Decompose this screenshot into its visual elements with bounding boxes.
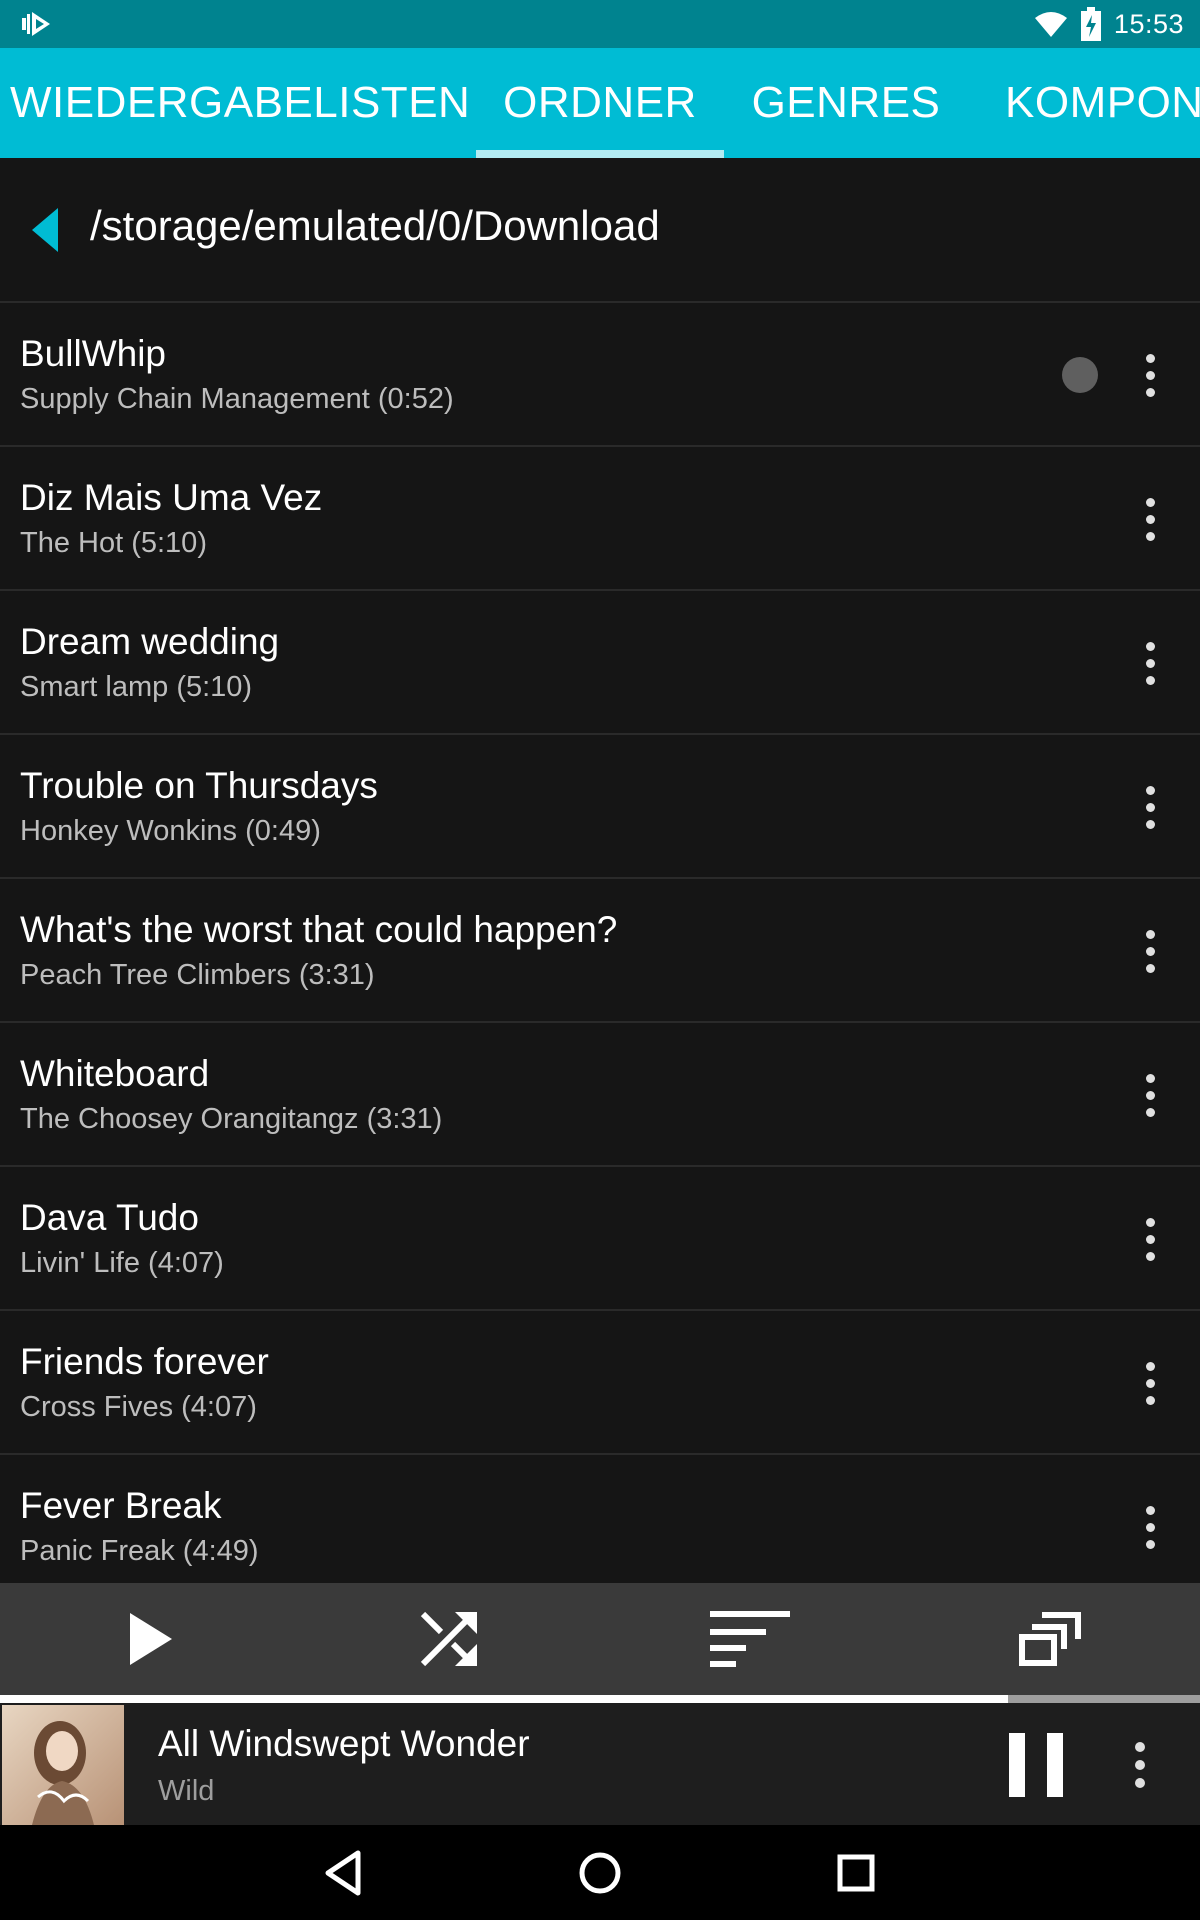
track-title: Dava Tudo [20,1197,199,1238]
more-options-icon[interactable] [1130,921,1170,981]
list-item[interactable]: Diz Mais Uma Vez The Hot (5:10) [0,447,1200,591]
album-cover-image[interactable] [2,1705,124,1825]
track-subtitle: Peach Tree Climbers (3:31) [20,959,375,991]
status-time: 15:53 [1113,8,1184,39]
tab-playlists[interactable]: WIEDERGABELISTEN [0,48,470,158]
track-subtitle: Livin' Life (4:07) [20,1247,224,1279]
home-icon[interactable] [572,1845,628,1901]
track-subtitle: The Choosey Orangitangz (3:31) [20,1103,443,1135]
list-item[interactable]: What's the worst that could happen? Peac… [0,879,1200,1023]
track-subtitle: Supply Chain Management (0:52) [20,383,454,415]
now-playing-title: All Windswept Wonder [158,1723,530,1764]
more-options-icon[interactable] [1130,489,1170,549]
more-options-icon[interactable] [1130,1209,1170,1269]
play-icon [130,1613,172,1665]
list-item[interactable]: Friends forever Cross Fives (4:07) [0,1311,1200,1455]
track-subtitle: Cross Fives (4:07) [20,1391,257,1423]
track-subtitle: Smart lamp (5:10) [20,671,253,703]
more-options-icon[interactable] [1130,777,1170,837]
battery-charging-icon [1080,7,1101,41]
track-subtitle: Panic Freak (4:49) [20,1535,259,1567]
back-icon[interactable] [318,1845,374,1901]
track-title: What's the worst that could happen? [20,909,618,950]
more-options-icon[interactable] [1130,1065,1170,1125]
action-toolbar [0,1583,1200,1695]
pause-button[interactable] [1005,1733,1067,1797]
track-title: Whiteboard [20,1053,210,1094]
recents-icon[interactable] [828,1845,884,1901]
tab-genres[interactable]: GENRES [742,48,950,158]
list-item[interactable]: Dream wedding Smart lamp (5:10) [0,591,1200,735]
track-title: Diz Mais Uma Vez [20,477,323,518]
track-subtitle: The Hot (5:10) [20,527,207,559]
track-title: Trouble on Thursdays [20,765,378,806]
queue-icon [1019,1612,1081,1666]
tab-indicator [476,150,724,158]
wifi-icon [1034,12,1067,37]
tab-bar: WIEDERGABELISTEN ORDNER GENRES KOMPON [0,48,1200,158]
more-options-icon[interactable] [1130,1497,1170,1557]
folder-path: /storage/emulated/0/Download [90,202,660,249]
now-playing-artist: Wild [158,1775,215,1807]
playback-progress-bar[interactable] [0,1695,1200,1703]
progress-fill [0,1695,1008,1703]
more-options-icon[interactable] [1130,345,1170,405]
tab-composers[interactable]: KOMPON [990,48,1200,158]
track-title: Dream wedding [20,621,280,662]
queue-button[interactable] [900,1583,1200,1695]
more-options-icon[interactable] [1130,1353,1170,1413]
list-item[interactable]: Dava Tudo Livin' Life (4:07) [0,1167,1200,1311]
list-item[interactable]: BullWhip Supply Chain Management (0:52) [0,303,1200,447]
list-item[interactable]: Whiteboard The Choosey Orangitangz (3:31… [0,1023,1200,1167]
navigation-bar [0,1825,1200,1920]
track-subtitle: Honkey Wonkins (0:49) [20,815,321,847]
back-triangle-icon[interactable] [22,202,78,258]
now-playing-bar[interactable]: All Windswept Wonder Wild [0,1703,1200,1825]
status-bar: 15:53 [0,0,1200,48]
more-options-icon[interactable] [1130,633,1170,693]
more-options-icon[interactable] [1120,1735,1160,1795]
shuffle-icon [420,1611,477,1667]
app-notification-icon [22,12,50,36]
folder-header: /storage/emulated/0/Download [0,158,1200,303]
list-item[interactable]: Fever Break Panic Freak (4:49) [0,1455,1200,1583]
track-list: BullWhip Supply Chain Management (0:52) … [0,303,1200,1583]
playing-indicator-icon [1062,357,1098,393]
sort-icon [710,1611,790,1667]
list-item[interactable]: Trouble on Thursdays Honkey Wonkins (0:4… [0,735,1200,879]
shuffle-button[interactable] [300,1583,600,1695]
play-all-button[interactable] [0,1583,300,1695]
track-title: Fever Break [20,1485,222,1526]
track-title: Friends forever [20,1341,269,1382]
track-title: BullWhip [20,333,166,374]
sort-button[interactable] [600,1583,900,1695]
tab-folders[interactable]: ORDNER [476,48,724,158]
